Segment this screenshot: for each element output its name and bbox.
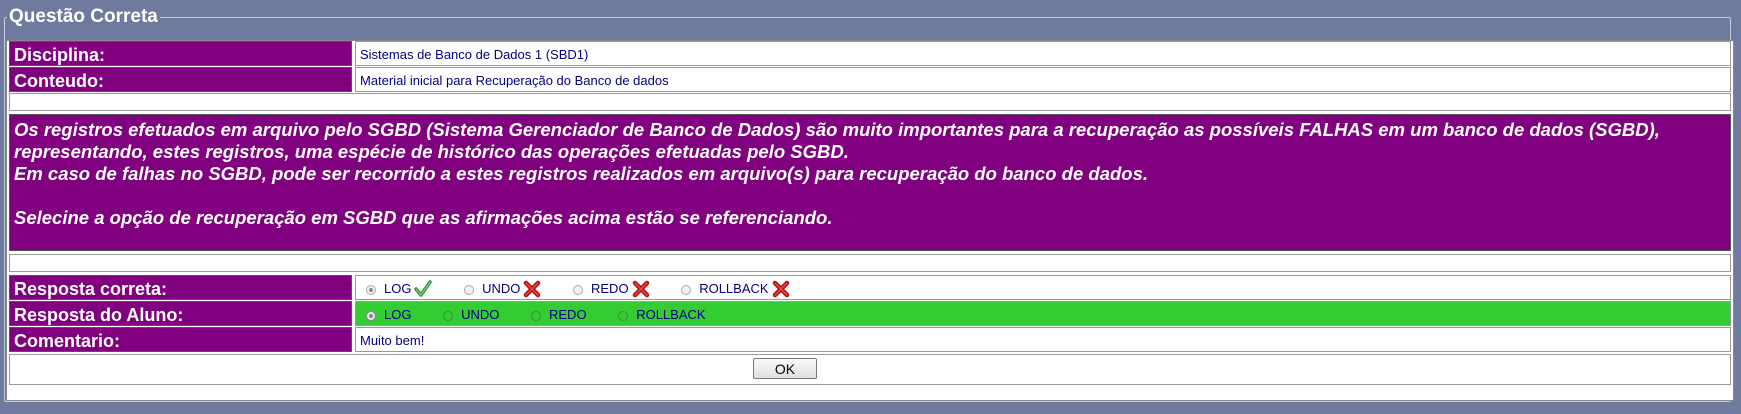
comentario-label: Comentario: <box>9 327 352 352</box>
disciplina-label: Disciplina: <box>9 41 352 66</box>
comentario-value: Muito bem! <box>355 327 1731 352</box>
resposta-correta-row: Resposta correta: LOG UNDO REDO ROLLBACK <box>9 275 1731 300</box>
spacer-row <box>9 93 1731 111</box>
cross-icon <box>632 280 649 298</box>
fieldset-legend: Questão Correta <box>9 6 158 27</box>
question-table: Disciplina: Sistemas de Banco de Dados 1… <box>6 40 1734 401</box>
option-label: ROLLBACK <box>699 281 769 296</box>
conteudo-value: Material inicial para Recuperação do Ban… <box>355 67 1731 92</box>
conteudo-label: Conteudo: <box>9 67 352 92</box>
resposta-correta-label: Resposta correta: <box>9 275 352 300</box>
correct-option-undo[interactable]: UNDO <box>458 276 541 302</box>
radio-button[interactable] <box>573 285 583 295</box>
option-label: REDO <box>591 281 629 296</box>
ok-row: OK <box>9 354 1731 385</box>
disciplina-value: Sistemas de Banco de Dados 1 (SBD1) <box>355 41 1731 66</box>
question-paragraph-1: Os registros efetuados em arquivo pelo S… <box>14 119 1660 162</box>
question-text: Os registros efetuados em arquivo pelo S… <box>9 114 1731 251</box>
option-label: UNDO <box>482 281 521 296</box>
radio-button[interactable] <box>464 285 475 295</box>
question-instruction: Selecine a opção de recuperação em SGBD … <box>14 207 833 228</box>
disciplina-row: Disciplina: Sistemas de Banco de Dados 1… <box>9 41 1731 66</box>
cross-icon <box>524 280 541 298</box>
spacer-row <box>9 254 1731 272</box>
correct-option-redo[interactable]: REDO <box>567 276 650 302</box>
radio-button[interactable] <box>366 285 376 295</box>
correct-option-rollback[interactable]: ROLLBACK <box>675 276 789 302</box>
question-paragraph-2: Em caso de falhas no SGBD, pode ser reco… <box>14 163 1149 184</box>
resposta-correta-options: LOG UNDO REDO ROLLBACK <box>355 275 1731 300</box>
ok-button[interactable]: OK <box>753 358 817 379</box>
cross-icon <box>772 280 789 298</box>
correct-option-log[interactable]: LOG <box>360 276 433 302</box>
option-label: LOG <box>384 281 412 296</box>
conteudo-row: Conteudo: Material inicial para Recupera… <box>9 67 1731 92</box>
check-icon <box>414 280 433 297</box>
comentario-row: Comentario: Muito bem! <box>9 327 1731 352</box>
radio-button[interactable] <box>681 285 692 295</box>
